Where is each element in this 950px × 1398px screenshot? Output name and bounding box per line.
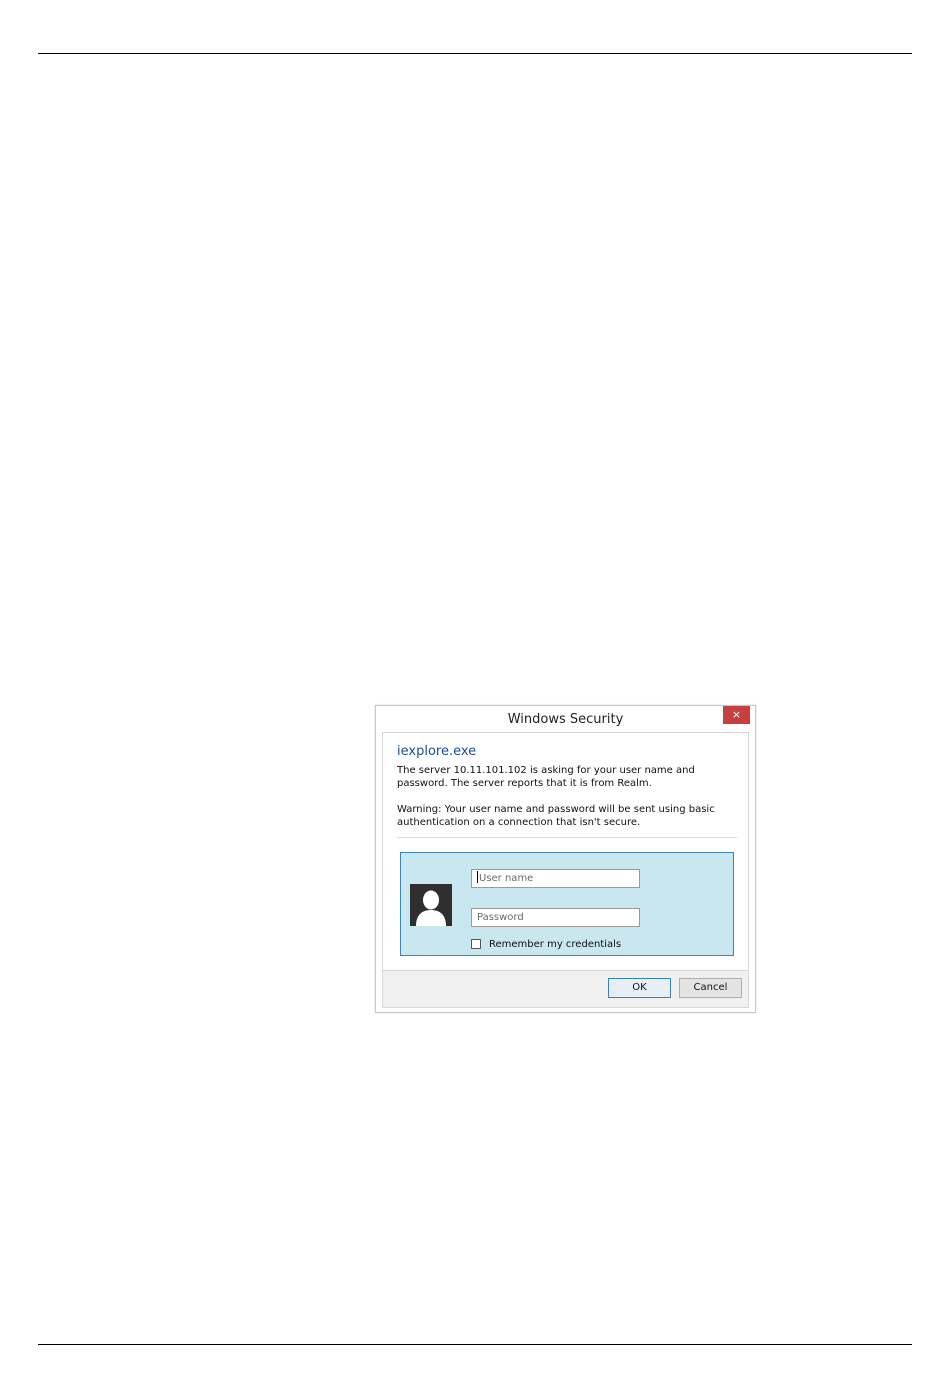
user-avatar-icon [410,884,452,926]
remember-credentials-checkbox[interactable] [471,939,481,949]
close-button[interactable]: × [723,706,750,724]
cancel-button[interactable]: Cancel [679,978,742,998]
page-footer-rule [38,1344,912,1345]
remember-credentials-label: Remember my credentials [489,938,622,950]
credential-tile: User name Password Remember my credentia… [400,852,734,956]
username-input[interactable]: User name [471,869,640,888]
remember-credentials-row[interactable]: Remember my credentials [471,937,621,951]
password-placeholder: Password [477,912,524,923]
server-message: The server 10.11.101.102 is asking for y… [397,765,695,789]
dialog-titlebar[interactable]: Windows Security × [376,706,755,732]
ok-button[interactable]: OK [608,978,671,998]
username-placeholder: User name [479,873,534,884]
windows-security-dialog: Windows Security × iexplore.exe The serv… [375,705,756,1013]
dialog-title: Windows Security [507,712,624,727]
security-warning: Warning: Your user name and password wil… [397,804,715,828]
document-page: Windows Security × iexplore.exe The serv… [0,0,950,1398]
page-header-rule [38,53,912,54]
app-name: iexplore.exe [397,744,477,759]
dialog-content: iexplore.exe The server 10.11.101.102 is… [382,732,749,1008]
password-input[interactable]: Password [471,908,640,927]
close-icon: × [731,708,742,721]
dialog-footer: OK Cancel [383,970,748,1007]
text-cursor [477,871,478,883]
content-divider [397,837,737,838]
